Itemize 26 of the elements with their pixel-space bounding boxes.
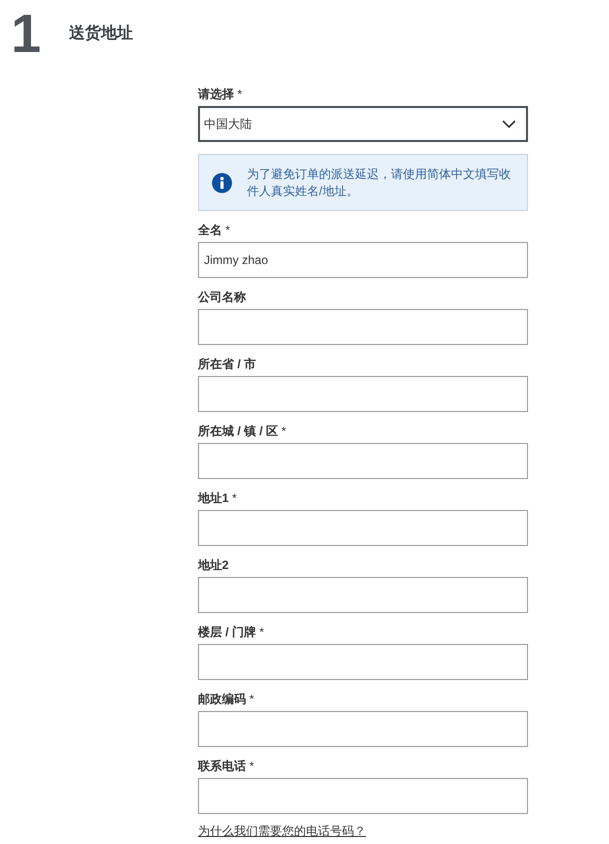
country-select[interactable]: 中国大陆 bbox=[198, 106, 528, 142]
section-title: 送货地址 bbox=[69, 24, 134, 44]
text-field[interactable] bbox=[198, 309, 528, 345]
field-label: 地址1* bbox=[198, 491, 238, 505]
field-label: 所在省 / 市 bbox=[198, 357, 258, 371]
info-icon bbox=[212, 172, 232, 192]
field-label: 地址2 bbox=[198, 558, 230, 572]
text-field[interactable] bbox=[198, 644, 528, 680]
field-label: 所在城 / 镇 / 区* bbox=[198, 424, 288, 438]
help-link[interactable]: 为什么我们需要您的电话号码？ bbox=[198, 824, 366, 838]
chevron-down-icon bbox=[502, 120, 516, 128]
field-label: 楼层 / 门牌* bbox=[198, 625, 266, 639]
field-label: 请选择* bbox=[198, 87, 244, 101]
step-number: 1 bbox=[11, 7, 42, 61]
field-label: 公司名称 bbox=[198, 290, 247, 304]
field-label: 联系电话* bbox=[198, 759, 256, 773]
text-field[interactable]: Jimmy zhao bbox=[198, 242, 528, 278]
text-field[interactable] bbox=[198, 376, 528, 412]
text-field[interactable] bbox=[198, 577, 528, 613]
text-field[interactable] bbox=[198, 778, 528, 814]
text-field[interactable] bbox=[198, 711, 528, 747]
field-label: 邮政编码* bbox=[198, 692, 256, 706]
text-field[interactable] bbox=[198, 443, 528, 479]
notice-text: 为了避免订单的派送延迟，请使用简体中文填写收件人真实姓名/地址。 bbox=[247, 166, 512, 200]
field-label: 全名* bbox=[198, 223, 232, 237]
text-field[interactable] bbox=[198, 510, 528, 546]
